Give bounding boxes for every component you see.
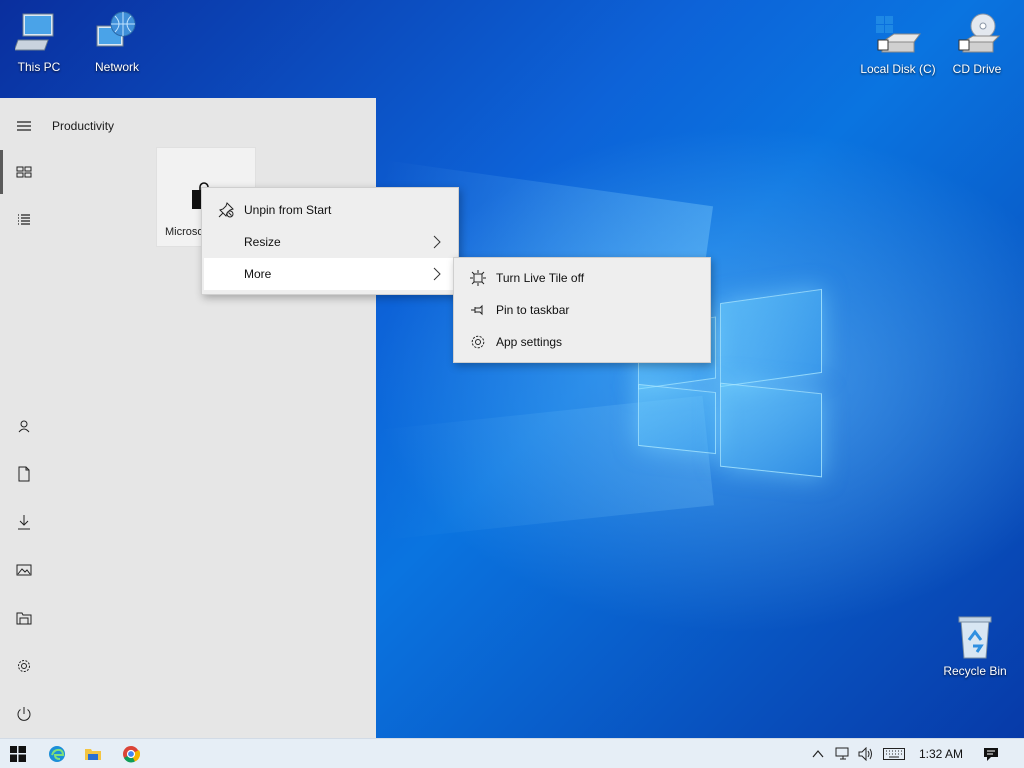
desktop-icon-label: This PC <box>17 60 61 74</box>
menu-item-resize[interactable]: Resize <box>204 226 456 258</box>
network-globe-icon <box>96 11 136 47</box>
unpin-icon <box>218 202 234 218</box>
list-icon[interactable] <box>0 198 48 242</box>
user-icon[interactable] <box>0 404 48 448</box>
chevron-up-icon[interactable] <box>808 739 828 768</box>
pin-icon <box>470 302 486 318</box>
menu-item-label: Unpin from Start <box>244 203 332 217</box>
volume-icon[interactable] <box>855 739 877 768</box>
chrome-icon[interactable] <box>113 739 149 768</box>
document-icon[interactable] <box>0 452 48 496</box>
hard-drive-icon <box>876 16 921 53</box>
menu-item-app-settings[interactable]: App settings <box>456 326 708 358</box>
file-explorer-icon[interactable] <box>75 739 111 768</box>
start-menu-rail <box>0 98 48 738</box>
live-tile-icon <box>470 270 486 286</box>
desktop-icon-label: Network <box>94 60 139 74</box>
chevron-right-icon <box>433 235 441 249</box>
cd-drive-icon <box>958 13 1001 53</box>
menu-item-turn-live-tile-off[interactable]: Turn Live Tile off <box>456 262 708 294</box>
pictures-icon[interactable] <box>0 548 48 592</box>
menu-item-label: More <box>244 267 272 281</box>
desktop-icon-cd-drive[interactable]: CD Drive <box>938 12 1016 76</box>
menu-item-more[interactable]: More <box>204 258 456 290</box>
desktop-icon-label: CD Drive <box>952 62 1002 76</box>
tile-label: Microsoft Store <box>165 226 205 238</box>
recycle-bin-icon <box>958 616 992 659</box>
windows-start-icon[interactable] <box>0 739 36 768</box>
taskbar: 1:32 AM <box>0 738 1024 768</box>
desktop-icon-network[interactable]: Network <box>78 10 156 74</box>
desktop-icon-this-pc[interactable]: This PC <box>0 10 78 74</box>
network-icon[interactable] <box>832 739 854 768</box>
computer-icon <box>15 13 54 51</box>
tiles-icon[interactable] <box>0 150 48 194</box>
notification-icon[interactable] <box>978 739 1004 768</box>
desktop-icon-label: Local Disk (C) <box>860 62 936 76</box>
file-explorer-icon[interactable] <box>0 596 48 640</box>
edge-icon[interactable] <box>39 739 75 768</box>
desktop-icon-local-disk[interactable]: Local Disk (C) <box>858 12 938 76</box>
menu-item-unpin-from-start[interactable]: Unpin from Start <box>204 194 456 226</box>
download-icon[interactable] <box>0 500 48 544</box>
menu-item-label: Resize <box>244 235 281 249</box>
desktop-icon-recycle-bin[interactable]: Recycle Bin <box>936 614 1014 678</box>
desktop-icon-label: Recycle Bin <box>943 664 1007 678</box>
menu-icon[interactable] <box>0 104 48 148</box>
taskbar-clock[interactable]: 1:32 AM <box>910 739 972 768</box>
power-icon[interactable] <box>0 692 48 736</box>
chevron-right-icon <box>433 267 441 281</box>
menu-item-label: Turn Live Tile off <box>496 271 585 285</box>
gear-icon <box>470 334 486 350</box>
menu-item-pin-to-taskbar[interactable]: Pin to taskbar <box>456 294 708 326</box>
settings-icon[interactable] <box>0 644 48 688</box>
menu-item-label: Pin to taskbar <box>496 303 570 317</box>
more-submenu: Turn Live Tile off Pin to taskbar App se… <box>453 257 711 363</box>
menu-item-label: App settings <box>496 335 563 349</box>
tile-context-menu: Unpin from Start Resize More <box>201 187 459 295</box>
start-group-title[interactable]: Productivity <box>52 119 114 133</box>
keyboard-icon[interactable] <box>880 739 908 768</box>
